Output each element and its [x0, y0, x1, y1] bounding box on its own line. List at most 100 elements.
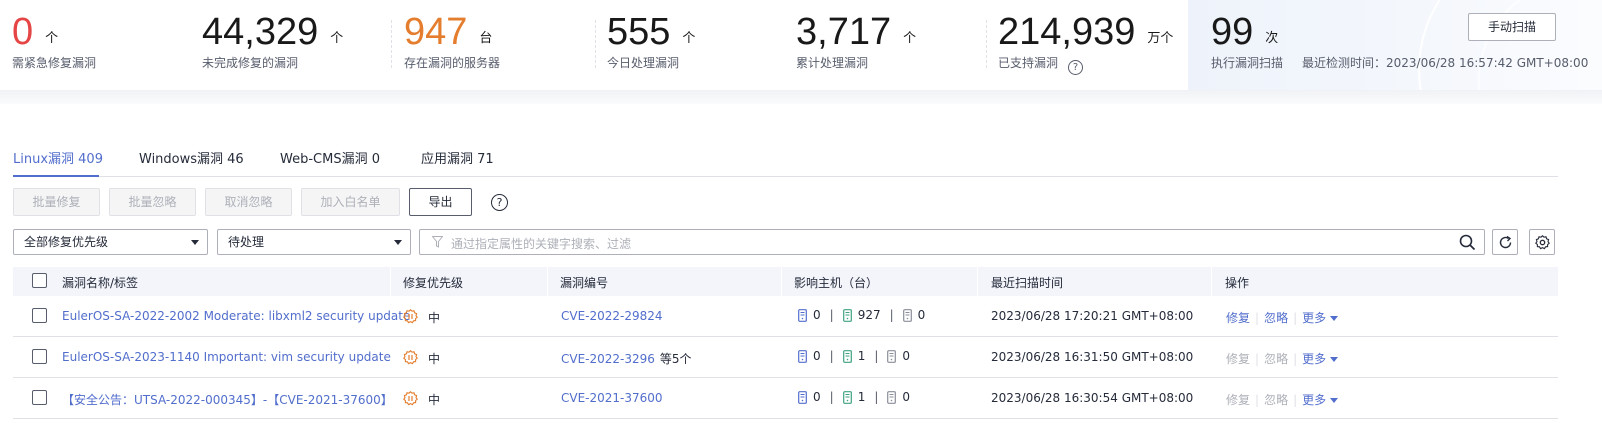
- settings-button[interactable]: [1529, 229, 1555, 255]
- caret-down-icon: [1330, 357, 1339, 362]
- caret-down-icon: [1330, 316, 1339, 321]
- cancel-ignore-button[interactable]: 取消忽略: [205, 188, 292, 216]
- op-separator: |: [1255, 352, 1260, 366]
- host-count[interactable]: 1: [858, 390, 866, 404]
- tab-linux[interactable]: Linux漏洞 409: [13, 148, 103, 167]
- host-count[interactable]: 0: [813, 390, 821, 404]
- row-checkbox[interactable]: [32, 390, 47, 405]
- column-separator: [390, 267, 391, 296]
- host-icon-green: [842, 350, 852, 366]
- host-count[interactable]: 1: [858, 349, 866, 363]
- priority-text: 中: [428, 311, 441, 325]
- batch-ignore-button[interactable]: 批量忽略: [109, 188, 196, 216]
- stat-unit: 个: [330, 31, 344, 46]
- host-icon-green: [842, 309, 852, 325]
- more-label: 更多: [1302, 352, 1327, 366]
- host-icon-grey: [887, 350, 897, 366]
- column-header-name[interactable]: 漏洞名称/标签: [62, 274, 138, 291]
- question-icon[interactable]: ?: [1068, 60, 1084, 75]
- status-select-value: 待处理: [228, 235, 265, 249]
- host-count[interactable]: 927: [858, 308, 881, 322]
- host-separator: |: [874, 390, 879, 404]
- affected-hosts: 0 | 1 | 0: [798, 349, 910, 366]
- last-scan-time: 2023/06/28 16:31:50 GMT+08:00: [991, 350, 1194, 364]
- caret-down-icon: [394, 240, 402, 245]
- affected-hosts: 0 | 1 | 0: [798, 390, 910, 407]
- ignore-link[interactable]: 忽略: [1264, 352, 1288, 366]
- table-row: EulerOS-SA-2023-1140 Important: vim secu…: [13, 337, 1558, 378]
- host-count[interactable]: 0: [902, 349, 910, 363]
- vulnerability-name-link[interactable]: EulerOS-SA-2023-1140 Important: vim secu…: [62, 350, 391, 364]
- refresh-icon: [1499, 235, 1512, 249]
- op-separator: |: [1293, 352, 1298, 366]
- priority-medium-icon: [403, 391, 418, 406]
- tab-windows[interactable]: Windows漏洞 46: [139, 148, 244, 167]
- section-gap: [0, 90, 1602, 104]
- last-scan-time: 2023/06/28 16:30:54 GMT+08:00: [991, 391, 1194, 405]
- fix-link[interactable]: 修复: [1226, 311, 1250, 325]
- export-button[interactable]: 导出: [409, 188, 472, 216]
- cve-link[interactable]: CVE-2021-37600: [561, 391, 663, 405]
- caret-down-icon: [1330, 398, 1339, 403]
- divider: [595, 20, 596, 68]
- add-whitelist-button[interactable]: 加入白名单: [301, 188, 400, 216]
- help-icon[interactable]: ?: [491, 194, 508, 211]
- row-checkbox[interactable]: [32, 308, 47, 323]
- cve-link[interactable]: CVE-2022-29824: [561, 309, 663, 323]
- host-separator: |: [874, 349, 879, 363]
- status-select[interactable]: 待处理: [217, 229, 411, 255]
- more-dropdown[interactable]: 更多: [1302, 352, 1339, 366]
- host-count[interactable]: 0: [902, 390, 910, 404]
- row-checkbox[interactable]: [32, 349, 47, 364]
- cve-link[interactable]: CVE-2022-3296: [561, 352, 655, 366]
- stat-label: 已支持漏洞: [998, 56, 1059, 70]
- priority-medium-icon: [403, 309, 418, 324]
- ignore-link[interactable]: 忽略: [1264, 393, 1288, 407]
- batch-fix-button[interactable]: 批量修复: [13, 188, 100, 216]
- host-count[interactable]: 0: [813, 308, 821, 322]
- tab-application[interactable]: 应用漏洞 71: [421, 148, 494, 167]
- host-icon-blue: [798, 350, 807, 366]
- stat-value: 3,717: [796, 11, 892, 53]
- refresh-button[interactable]: [1492, 229, 1518, 255]
- host-separator: |: [829, 308, 834, 322]
- host-count[interactable]: 0: [813, 349, 821, 363]
- column-header-id[interactable]: 漏洞编号: [560, 274, 608, 291]
- column-header-priority[interactable]: 修复优先级: [403, 274, 463, 291]
- column-header-hosts[interactable]: 影响主机（台）: [794, 274, 878, 291]
- stat-urgent: 0个 需紧急修复漏洞: [12, 12, 96, 71]
- search-input[interactable]: 通过指定属性的关键字搜索、过滤: [419, 229, 1485, 255]
- stat-total-handled: 3,717 个 累计处理漏洞: [796, 12, 916, 71]
- stat-label: 存在漏洞的服务器: [404, 56, 501, 70]
- vulnerability-name-link[interactable]: 【安全公告：UTSA-2022-000345】-【CVE-2021-37600】: [62, 391, 393, 408]
- search-icon[interactable]: [1459, 234, 1476, 251]
- row-operations: 修复 | 忽略 | 更多: [1226, 350, 1339, 367]
- cve-extra-count[interactable]: 等5个: [660, 352, 692, 366]
- tab-web-cms[interactable]: Web-CMS漏洞 0: [280, 148, 380, 167]
- more-dropdown[interactable]: 更多: [1302, 393, 1339, 407]
- select-all-checkbox[interactable]: [32, 273, 47, 288]
- column-separator: [977, 267, 978, 296]
- table-row: 【安全公告：UTSA-2022-000345】-【CVE-2021-37600】…: [13, 378, 1558, 419]
- vulnerability-name-link[interactable]: EulerOS-SA-2022-2002 Moderate: libxml2 s…: [62, 309, 410, 323]
- fix-link[interactable]: 修复: [1226, 393, 1250, 407]
- fix-link[interactable]: 修复: [1226, 352, 1250, 366]
- row-operations: 修复 | 忽略 | 更多: [1226, 391, 1339, 408]
- column-separator: [1211, 267, 1212, 296]
- last-scan-time: 2023/06/28 17:20:21 GMT+08:00: [991, 309, 1194, 323]
- host-icon-grey: [887, 391, 897, 407]
- stat-unfixed: 44,329 个 未完成修复的漏洞: [202, 12, 343, 71]
- ignore-link[interactable]: 忽略: [1264, 311, 1288, 325]
- priority-select[interactable]: 全部修复优先级: [13, 229, 208, 255]
- caret-down-icon: [191, 240, 199, 245]
- table-header: 漏洞名称/标签 修复优先级 漏洞编号 影响主机（台） 最近扫描时间 操作: [13, 267, 1558, 296]
- more-label: 更多: [1302, 311, 1327, 325]
- scan-panel: 99 次 执行漏洞扫描 最近检测时间：2023/06/28 16:57:42 GMT…: [1188, 0, 1602, 90]
- more-label: 更多: [1302, 393, 1327, 407]
- last-check-time: 最近检测时间：2023/06/28 16:57:42 GMT+08:00: [1302, 56, 1589, 70]
- more-dropdown[interactable]: 更多: [1302, 311, 1339, 325]
- manual-scan-button[interactable]: 手动扫描: [1468, 13, 1556, 41]
- active-tab-indicator: [13, 175, 99, 177]
- column-header-last-scan[interactable]: 最近扫描时间: [991, 274, 1063, 291]
- host-count[interactable]: 0: [918, 308, 926, 322]
